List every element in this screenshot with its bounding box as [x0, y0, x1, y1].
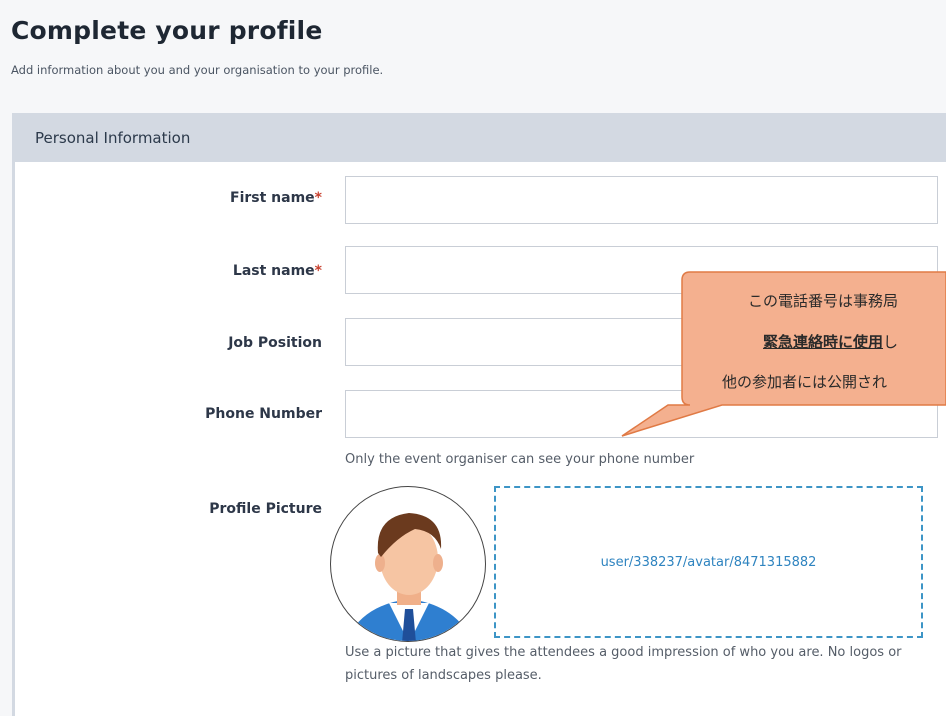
profile-picture-dropzone[interactable]: user/338237/avatar/8471315882 — [494, 486, 923, 638]
first-name-input[interactable] — [345, 176, 938, 224]
page-title: Complete your profile — [11, 16, 323, 45]
last-name-label: Last name* — [233, 263, 322, 279]
callout-line-2-rest: し — [883, 333, 899, 351]
callout-line-2: 緊急連絡時に使用し — [763, 331, 898, 352]
job-position-label: Job Position — [228, 335, 322, 351]
phone-number-input[interactable] — [345, 390, 938, 438]
page-subtitle: Add information about you and your organ… — [11, 63, 384, 77]
phone-number-hint: Only the event organiser can see your ph… — [345, 452, 695, 467]
first-name-label-text: First name — [230, 190, 315, 206]
callout-line-3: 他の参加者には公開され — [722, 373, 888, 391]
required-mark: * — [314, 263, 322, 279]
profile-picture-label: Profile Picture — [209, 501, 322, 517]
profile-picture-hint: Use a picture that gives the attendees a… — [345, 645, 902, 683]
callout-line-1: この電話番号は事務局 — [748, 292, 899, 310]
last-name-input[interactable] — [345, 246, 938, 294]
required-mark: * — [314, 190, 322, 206]
section-header: Personal Information — [15, 113, 946, 162]
phone-number-label: Phone Number — [205, 406, 322, 422]
last-name-label-text: Last name — [232, 263, 315, 279]
upload-link[interactable]: user/338237/avatar/8471315882 — [601, 555, 817, 570]
section-title: Personal Information — [35, 128, 191, 147]
person-avatar-icon — [345, 513, 473, 641]
callout-emphasis: 緊急連絡時に使用 — [763, 333, 884, 351]
first-name-label: First name* — [230, 190, 322, 206]
avatar[interactable] — [330, 486, 486, 642]
